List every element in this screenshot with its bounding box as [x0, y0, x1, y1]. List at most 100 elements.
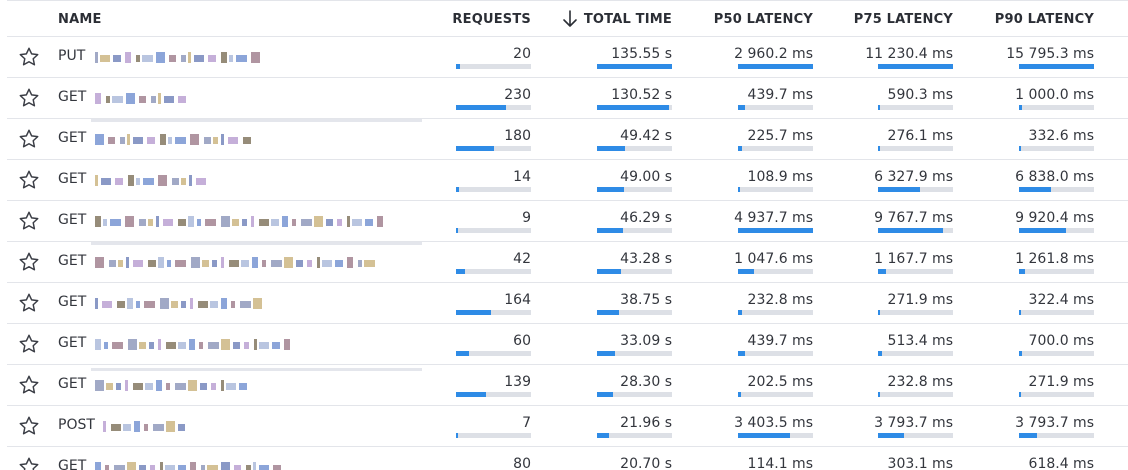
- metric-bar-fill: [738, 228, 813, 233]
- cell-value: 3 793.7 ms: [1015, 415, 1094, 431]
- cell-value: 49.00 s: [620, 169, 672, 185]
- metric-bar-track: [597, 105, 672, 110]
- redacted-endpoint-path[interactable]: [91, 462, 286, 470]
- column-header-total-time[interactable]: TOTAL TIME: [584, 12, 672, 27]
- metric-bar-fill: [456, 433, 458, 438]
- star-outline-icon[interactable]: [18, 456, 40, 470]
- metric-bar-track: [1019, 351, 1094, 356]
- metric-bar-fill: [1019, 187, 1051, 192]
- cell-total-time: 130.52 s: [587, 78, 672, 119]
- cell-value: 2 960.2 ms: [734, 46, 813, 62]
- table-row[interactable]: GET 180 49.42 s 225.7 ms 276.1 ms 332.6 ms: [7, 119, 1128, 160]
- cell-value: 439.7 ms: [747, 87, 813, 103]
- table-row[interactable]: POST 7 21.96 s 3 403.5 ms 3 793.7 ms 3 793.7 …: [7, 406, 1128, 447]
- redacted-endpoint-path[interactable]: [91, 257, 375, 268]
- metric-bar-fill: [456, 187, 459, 192]
- cell-p50: 114.1 ms: [728, 447, 813, 470]
- redacted-endpoint-path[interactable]: [91, 52, 260, 63]
- cell-value: 60: [513, 333, 531, 349]
- star-outline-icon[interactable]: [18, 292, 40, 314]
- metric-bar-track: [738, 105, 813, 110]
- cell-p75: 303.1 ms: [868, 447, 953, 470]
- metric-bar-track: [878, 146, 953, 151]
- cell-value: 590.3 ms: [887, 87, 953, 103]
- table-row[interactable]: PUT 20 135.55 s 2 960.2 ms 11 230.4 ms 15 795…: [7, 37, 1128, 78]
- row-divider: [91, 119, 422, 122]
- table-row[interactable]: GET 80 20.70 s 114.1 ms 303.1 ms 618.4 ms: [7, 447, 1128, 470]
- star-outline-icon[interactable]: [18, 46, 40, 68]
- metric-bar-track: [1019, 228, 1094, 233]
- metric-bar-track: [456, 187, 531, 192]
- metric-bar-track: [597, 351, 672, 356]
- cell-p90: 9 920.4 ms: [1009, 201, 1094, 242]
- cell-value: 322.4 ms: [1028, 292, 1094, 308]
- metric-bar-fill: [456, 269, 465, 274]
- cell-requests: 139: [446, 365, 531, 406]
- redacted-endpoint-path[interactable]: [91, 339, 290, 350]
- metric-bar-track: [738, 433, 813, 438]
- metric-bar-track: [738, 392, 813, 397]
- table-row[interactable]: GET 60 33.09 s 439.7 ms 513.4 ms 700.0 ms: [7, 324, 1128, 365]
- metric-bar-track: [456, 310, 531, 315]
- metric-bar-fill: [738, 433, 790, 438]
- redacted-endpoint-path[interactable]: [91, 134, 251, 145]
- star-outline-icon[interactable]: [18, 128, 40, 150]
- star-outline-icon[interactable]: [18, 169, 40, 191]
- star-outline-icon[interactable]: [18, 374, 40, 396]
- cell-p75: 271.9 ms: [868, 283, 953, 324]
- redacted-endpoint-path[interactable]: [91, 216, 383, 227]
- table-row[interactable]: GET 14 49.00 s 108.9 ms 6 327.9 ms 6 838.0 ms: [7, 160, 1128, 201]
- column-header-p75-latency[interactable]: P75 LATENCY: [854, 12, 953, 27]
- cell-p50: 225.7 ms: [728, 119, 813, 160]
- cell-requests: 42: [446, 242, 531, 283]
- metric-bar-track: [878, 269, 953, 274]
- metric-bar-fill: [738, 310, 742, 315]
- redacted-endpoint-path[interactable]: [91, 421, 186, 432]
- metric-bar-track: [738, 187, 813, 192]
- star-outline-icon[interactable]: [18, 251, 40, 273]
- arrow-down-icon[interactable]: [562, 9, 578, 29]
- table-row[interactable]: GET 230 130.52 s 439.7 ms 590.3 ms 1 000.0 ms: [7, 78, 1128, 119]
- table-row[interactable]: GET 9 46.29 s 4 937.7 ms 9 767.7 ms 9 920.4 m…: [7, 201, 1128, 242]
- cell-p75: 6 327.9 ms: [868, 160, 953, 201]
- metric-bar-fill: [597, 351, 615, 356]
- cell-requests: 180: [446, 119, 531, 160]
- cell-p75: 590.3 ms: [868, 78, 953, 119]
- metric-bar-track: [1019, 146, 1094, 151]
- column-header-p50-latency[interactable]: P50 LATENCY: [714, 12, 813, 27]
- metric-bar-track: [597, 187, 672, 192]
- cell-total-time: 46.29 s: [587, 201, 672, 242]
- star-outline-icon[interactable]: [18, 415, 40, 437]
- table-row[interactable]: GET 42 43.28 s 1 047.6 ms 1 167.7 ms 1 261.8 …: [7, 242, 1128, 283]
- redacted-endpoint-path[interactable]: [91, 380, 251, 391]
- cell-value: 20.70 s: [620, 456, 672, 470]
- column-header-p90-latency[interactable]: P90 LATENCY: [995, 12, 1094, 27]
- cell-value: 1 261.8 ms: [1015, 251, 1094, 267]
- metric-bar-fill: [1019, 433, 1037, 438]
- metric-bar-fill: [1019, 351, 1022, 356]
- redacted-endpoint-path[interactable]: [91, 93, 186, 104]
- cell-value: 513.4 ms: [887, 333, 953, 349]
- redacted-endpoint-path[interactable]: [91, 298, 262, 309]
- metric-bar-fill: [456, 228, 458, 233]
- cell-p50: 2 960.2 ms: [728, 37, 813, 78]
- metric-bar-track: [1019, 105, 1094, 110]
- cell-p90: 271.9 ms: [1009, 365, 1094, 406]
- cell-value: 1 167.7 ms: [874, 251, 953, 267]
- metric-bar-track: [456, 433, 531, 438]
- table-row[interactable]: GET 164 38.75 s 232.8 ms 271.9 ms 322.4 ms: [7, 283, 1128, 324]
- request-method: PUT: [58, 48, 86, 64]
- column-header-name[interactable]: NAME: [58, 12, 102, 27]
- column-header-requests[interactable]: REQUESTS: [452, 12, 531, 27]
- metric-bar-fill: [597, 146, 625, 151]
- table-row[interactable]: GET 139 28.30 s 202.5 ms 232.8 ms 271.9 ms: [7, 365, 1128, 406]
- star-outline-icon[interactable]: [18, 333, 40, 355]
- cell-value: 15 795.3 ms: [1006, 46, 1094, 62]
- metric-bar-track: [1019, 392, 1094, 397]
- cell-p90: 6 838.0 ms: [1009, 160, 1094, 201]
- star-outline-icon[interactable]: [18, 210, 40, 232]
- metric-bar-track: [597, 146, 672, 151]
- star-outline-icon[interactable]: [18, 87, 40, 109]
- cell-value: 33.09 s: [620, 333, 672, 349]
- redacted-endpoint-path[interactable]: [91, 175, 211, 186]
